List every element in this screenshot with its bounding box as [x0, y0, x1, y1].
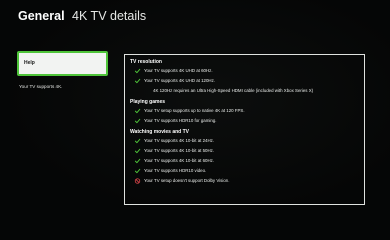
- group-header: Watching movies and TV: [130, 129, 189, 135]
- capability-text: Your TV supports 4K 10-bit at 60Hz.: [144, 158, 215, 163]
- group-header: Playing games: [130, 99, 166, 105]
- capability-text: Your TV supports 4K 10-bit at 24Hz.: [144, 138, 215, 143]
- details-panel: TV resolution Your TV supports 4K UHD at …: [124, 54, 365, 205]
- capability-row: Your TV supports HDR10 for gaming.: [130, 116, 364, 126]
- capability-text: Your TV supports HDR10 for gaming.: [144, 118, 217, 123]
- prohibited-icon: [134, 178, 141, 184]
- page-header: General 4K TV details: [18, 9, 146, 23]
- tv-support-summary: Your TV supports 4K.: [19, 84, 63, 89]
- capability-text: Your TV supports 4K 10-bit at 50Hz.: [144, 148, 215, 153]
- capability-row: Your TV supports 4K 10-bit at 50Hz.: [130, 146, 364, 156]
- help-button[interactable]: Help: [17, 51, 108, 76]
- capability-text: Your TV supports HDR10 video.: [144, 168, 207, 173]
- check-icon: [134, 108, 141, 114]
- capability-text: 4K 120Hz requires an Ultra High-Speed HD…: [153, 88, 314, 93]
- capability-text: Your TV supports 4K UHD at 120Hz.: [144, 78, 216, 83]
- page-title: 4K TV details: [72, 9, 147, 23]
- check-icon: [134, 138, 141, 144]
- check-icon: [134, 68, 141, 74]
- capability-text: Your TV supports 4K UHD at 60Hz.: [144, 68, 213, 73]
- capability-row: Your TV supports 4K UHD at 60Hz.: [130, 66, 364, 76]
- capability-row: Your TV supports 4K 10-bit at 60Hz.: [130, 156, 364, 166]
- check-icon: [134, 158, 141, 164]
- section-title: General: [18, 9, 65, 23]
- capability-row: Your TV supports HDR10 video.: [130, 166, 364, 176]
- check-icon: [134, 148, 141, 154]
- capability-row: Your TV setup doesn't support Dolby Visi…: [130, 176, 364, 186]
- check-icon: [134, 78, 141, 84]
- capability-row: Your TV supports 4K 10-bit at 24Hz.: [130, 136, 364, 146]
- info-note: 4K 120Hz requires an Ultra High-Speed HD…: [130, 86, 364, 96]
- group-header: TV resolution: [130, 59, 162, 65]
- capability-row: Your TV setup supports up to native 4K a…: [130, 106, 364, 116]
- check-icon: [134, 118, 141, 124]
- capability-text: Your TV setup supports up to native 4K a…: [144, 108, 245, 113]
- settings-screen: General 4K TV details Help Your TV suppo…: [0, 0, 390, 219]
- check-icon: [134, 168, 141, 174]
- capability-row: Your TV supports 4K UHD at 120Hz.: [130, 76, 364, 86]
- capability-text: Your TV setup doesn't support Dolby Visi…: [144, 178, 230, 183]
